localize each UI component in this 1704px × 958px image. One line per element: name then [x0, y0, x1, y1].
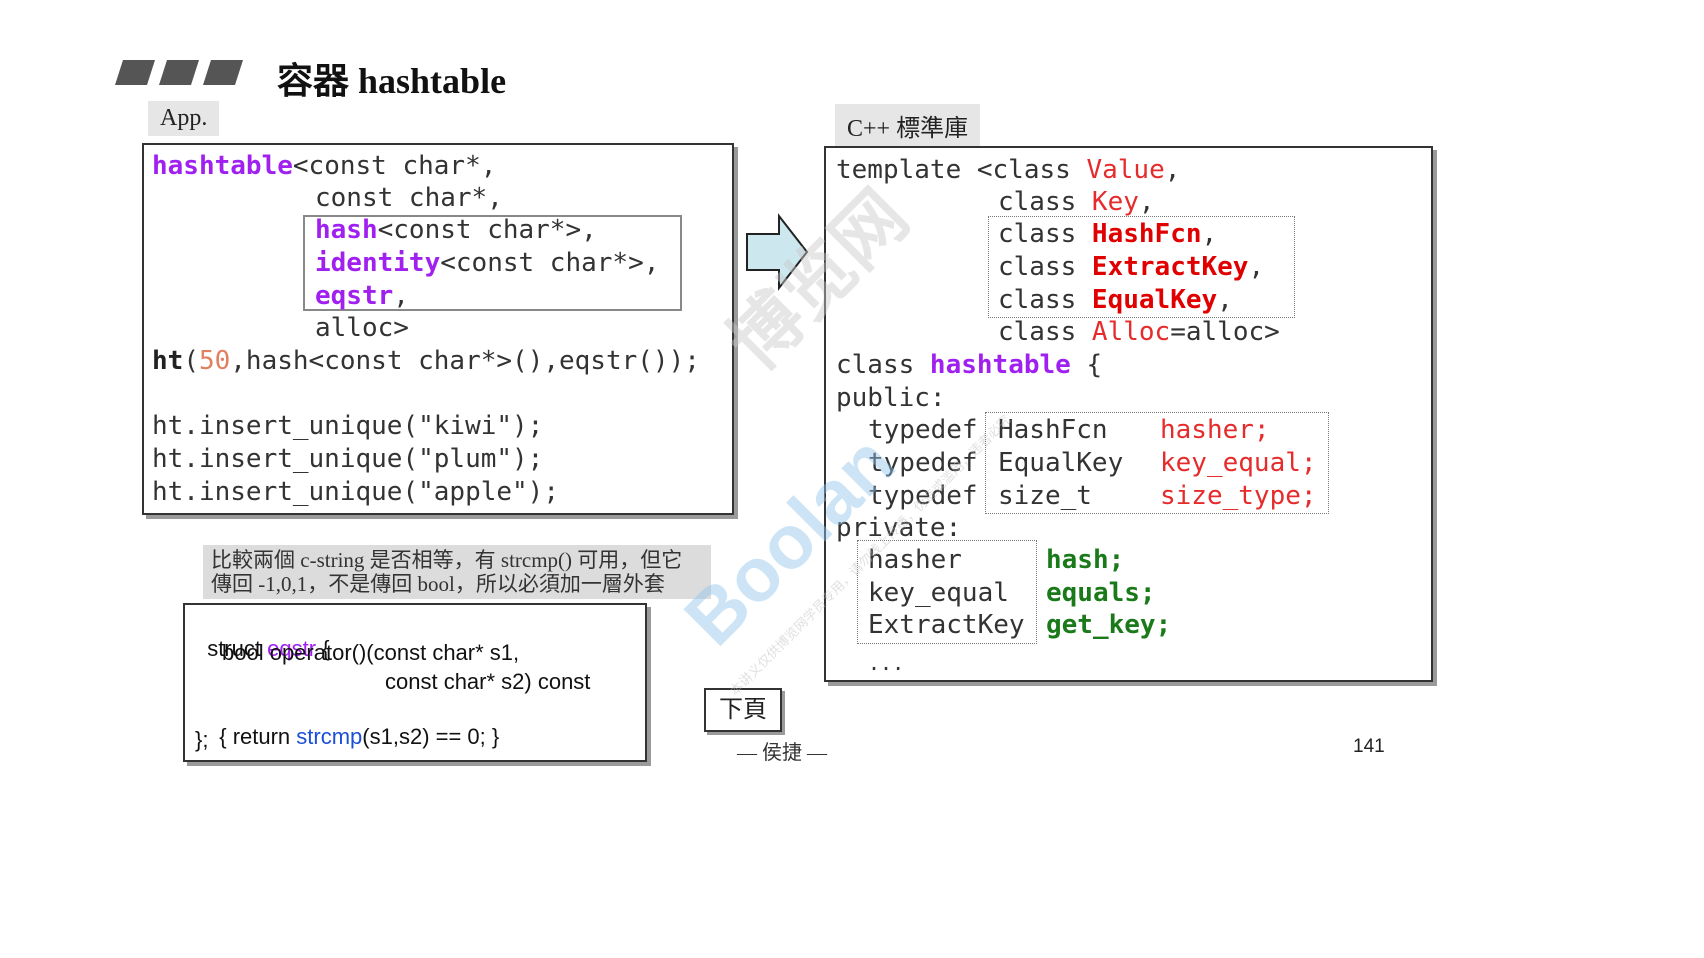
- lib-typedef-2-type: EqualKey: [998, 448, 1124, 478]
- lib-typedef-1-name: hasher;: [1160, 415, 1270, 445]
- app-code-line-9: ht.insert_unique("plum");: [152, 444, 544, 474]
- note-line-1: 比較兩個 c-string 是否相等，有 strcmp() 可用，但它: [211, 548, 683, 572]
- lib-code-public: public:: [836, 383, 946, 413]
- lib-code-ellipsis: ...: [868, 651, 905, 675]
- app-code-line-2: const char*,: [315, 183, 503, 213]
- lib-code-line-4: class ExtractKey,: [998, 252, 1265, 282]
- page-number: 141: [1353, 736, 1385, 757]
- app-code-line-6: alloc>: [315, 313, 409, 343]
- lib-code-line-7: class hashtable {: [836, 350, 1103, 380]
- lib-member-2-name: equals;: [1046, 578, 1156, 608]
- title-decoration: [115, 60, 245, 85]
- lib-code-line-3: class HashFcn,: [998, 219, 1218, 249]
- eqstr-code-line-5: };: [195, 727, 209, 752]
- app-code-line-5: eqstr,: [315, 281, 409, 311]
- lib-member-1-name: hash;: [1046, 545, 1125, 575]
- lib-code-line-5: class EqualKey,: [998, 285, 1233, 315]
- app-code-line-4: identity<const char*>,: [315, 248, 660, 278]
- eqstr-code-line-4: { return strcmp(s1,s2) == 0; }: [219, 724, 500, 749]
- note-callout: 比較兩個 c-string 是否相等，有 strcmp() 可用，但它 傳回 -…: [203, 545, 711, 599]
- right-arrow-icon: [746, 213, 809, 291]
- eqstr-code-line-3: const char* s2) const: [385, 669, 591, 694]
- lib-member-1-type: hasher: [868, 545, 962, 575]
- lib-code-line-2: class Key,: [998, 187, 1155, 217]
- app-code-line-10: ht.insert_unique("apple");: [152, 477, 559, 507]
- lib-code-line-1: template <class Value,: [836, 155, 1181, 185]
- author-footer: — 侯捷 —: [737, 742, 827, 764]
- lib-member-3-name: get_key;: [1046, 610, 1172, 640]
- stripes-icon: [115, 60, 243, 85]
- lib-code-line-6: class Alloc=alloc>: [998, 317, 1280, 347]
- lib-typedef-1-keyword: typedef: [868, 415, 978, 445]
- app-label: App.: [148, 101, 220, 136]
- page-title: 容器 hashtable: [277, 61, 507, 101]
- lib-typedef-2-keyword: typedef: [868, 448, 978, 478]
- app-code-line-8: ht.insert_unique("kiwi");: [152, 411, 544, 441]
- eqstr-code-line-2: bool operator()(const char* s1,: [222, 640, 520, 665]
- lib-typedef-3-name: size_type;: [1160, 481, 1317, 511]
- lib-typedef-3-type: size_t: [998, 481, 1092, 511]
- lib-typedef-3-keyword: typedef: [868, 481, 978, 511]
- lib-typedef-1-type: HashFcn: [998, 415, 1108, 445]
- next-page-button[interactable]: 下頁: [704, 688, 782, 732]
- app-code-line-7: ht(50,hash<const char*>(),eqstr());: [152, 346, 700, 376]
- lib-label: C++ 標準庫: [835, 104, 981, 147]
- lib-typedef-2-name: key_equal;: [1160, 448, 1317, 478]
- lib-member-3-type: ExtractKey: [868, 610, 1025, 640]
- app-code-line-1: hashtable<const char*,: [152, 151, 497, 181]
- lib-member-2-type: key_equal: [868, 578, 1009, 608]
- lib-code-private: private:: [836, 513, 962, 543]
- app-code-line-3: hash<const char*>,: [315, 215, 597, 245]
- note-line-2: 傳回 -1,0,1，不是傳回 bool，所以必須加一層外套: [211, 572, 665, 596]
